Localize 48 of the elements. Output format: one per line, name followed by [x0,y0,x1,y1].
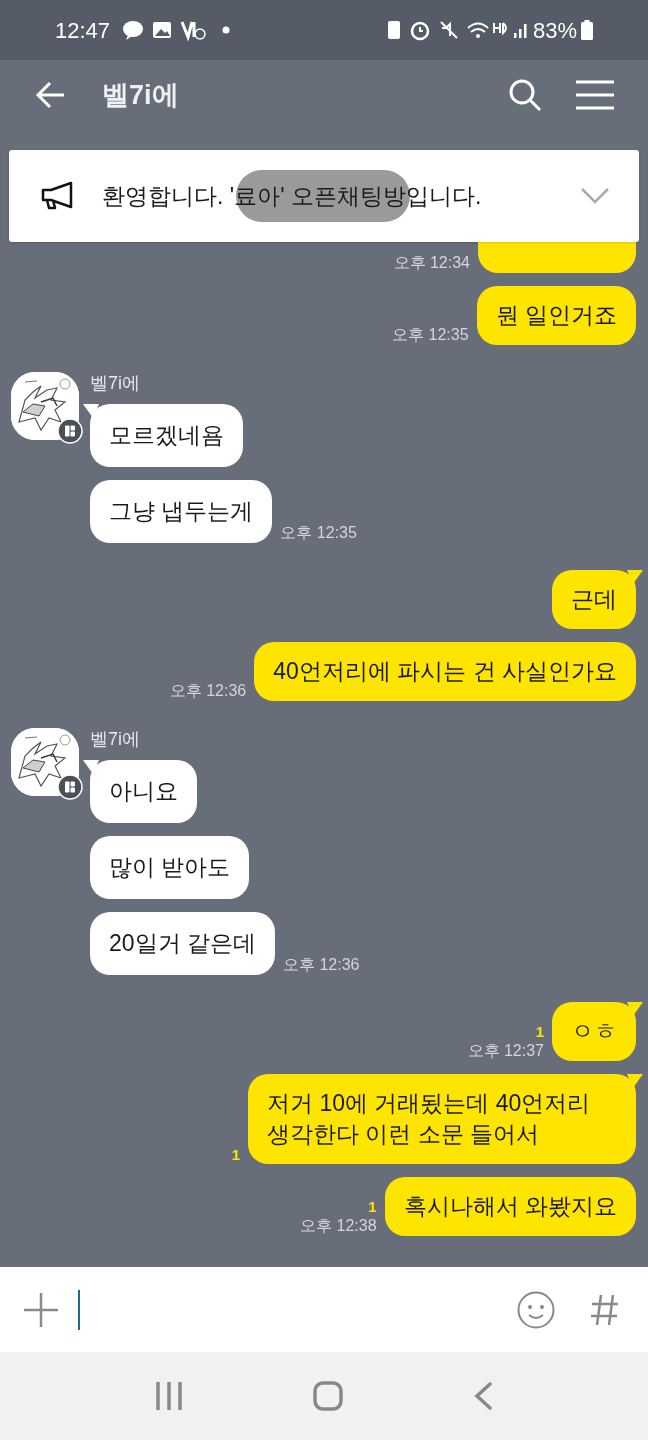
wifi-icon [466,20,489,40]
message-bubble: 많이 받아도 [90,836,250,899]
mute-icon [438,20,459,40]
bubble-tail-icon [83,404,99,418]
chevron-down-icon [581,188,609,204]
add-button[interactable] [24,1292,58,1327]
message-time: 오후 12:34 [393,253,470,273]
hashtag-button[interactable] [590,1292,620,1327]
battery-percent: 83% [532,16,577,45]
chat-title: 벨7i에 [102,78,179,112]
sender-name: 벨7i에 [90,728,141,750]
message-bubble: 뭔 일인거죠 [476,286,636,345]
message-time: 오후 12:35 [280,523,357,543]
search-button[interactable] [508,78,542,112]
message-time: 오후 12:37 [467,1041,544,1061]
open-profile-badge-icon [57,418,83,444]
menu-button[interactable] [576,80,614,110]
chat-bubble-icon [122,19,145,41]
message-bubble: 20일거 같은데 [90,912,275,975]
message-time: 오후 12:36 [283,955,360,975]
battery-icon [581,20,593,40]
home-button[interactable] [313,1381,343,1411]
unread-count: 1 [535,1023,544,1041]
message-bubble: 40언저리에 파시는 건 사실인가요 [254,642,636,701]
message-bubble: 그냥 냅두는게 [90,480,273,543]
unread-count: 1 [368,1198,377,1216]
recent-apps-button[interactable] [155,1382,183,1410]
emoji-button[interactable] [517,1290,555,1329]
bubble-tail-icon [627,1002,643,1016]
sender-name: 벨7i에 [90,372,141,394]
volte-icon [180,19,207,41]
message-time: 오후 12:38 [300,1216,377,1236]
message-bubble: 혹시나해서 와봤지요 [384,1177,636,1236]
megaphone-icon [39,181,75,211]
image-icon [152,21,173,39]
open-profile-badge-icon [57,774,83,800]
bubble-tail-icon [83,760,99,774]
battery-saver-icon [386,20,401,40]
signal-icon [512,21,529,39]
dot-icon [222,26,231,34]
alarm-icon [408,19,431,41]
status-time: 12:47 [55,16,111,45]
back-nav-button[interactable] [473,1382,493,1410]
unread-count: 1 [231,1146,240,1164]
bubble-tail-icon [627,570,643,584]
message-time: 오후 12:36 [169,681,247,701]
message-time: 오후 12:35 [392,325,469,345]
bubble-tail-icon [627,1074,643,1088]
